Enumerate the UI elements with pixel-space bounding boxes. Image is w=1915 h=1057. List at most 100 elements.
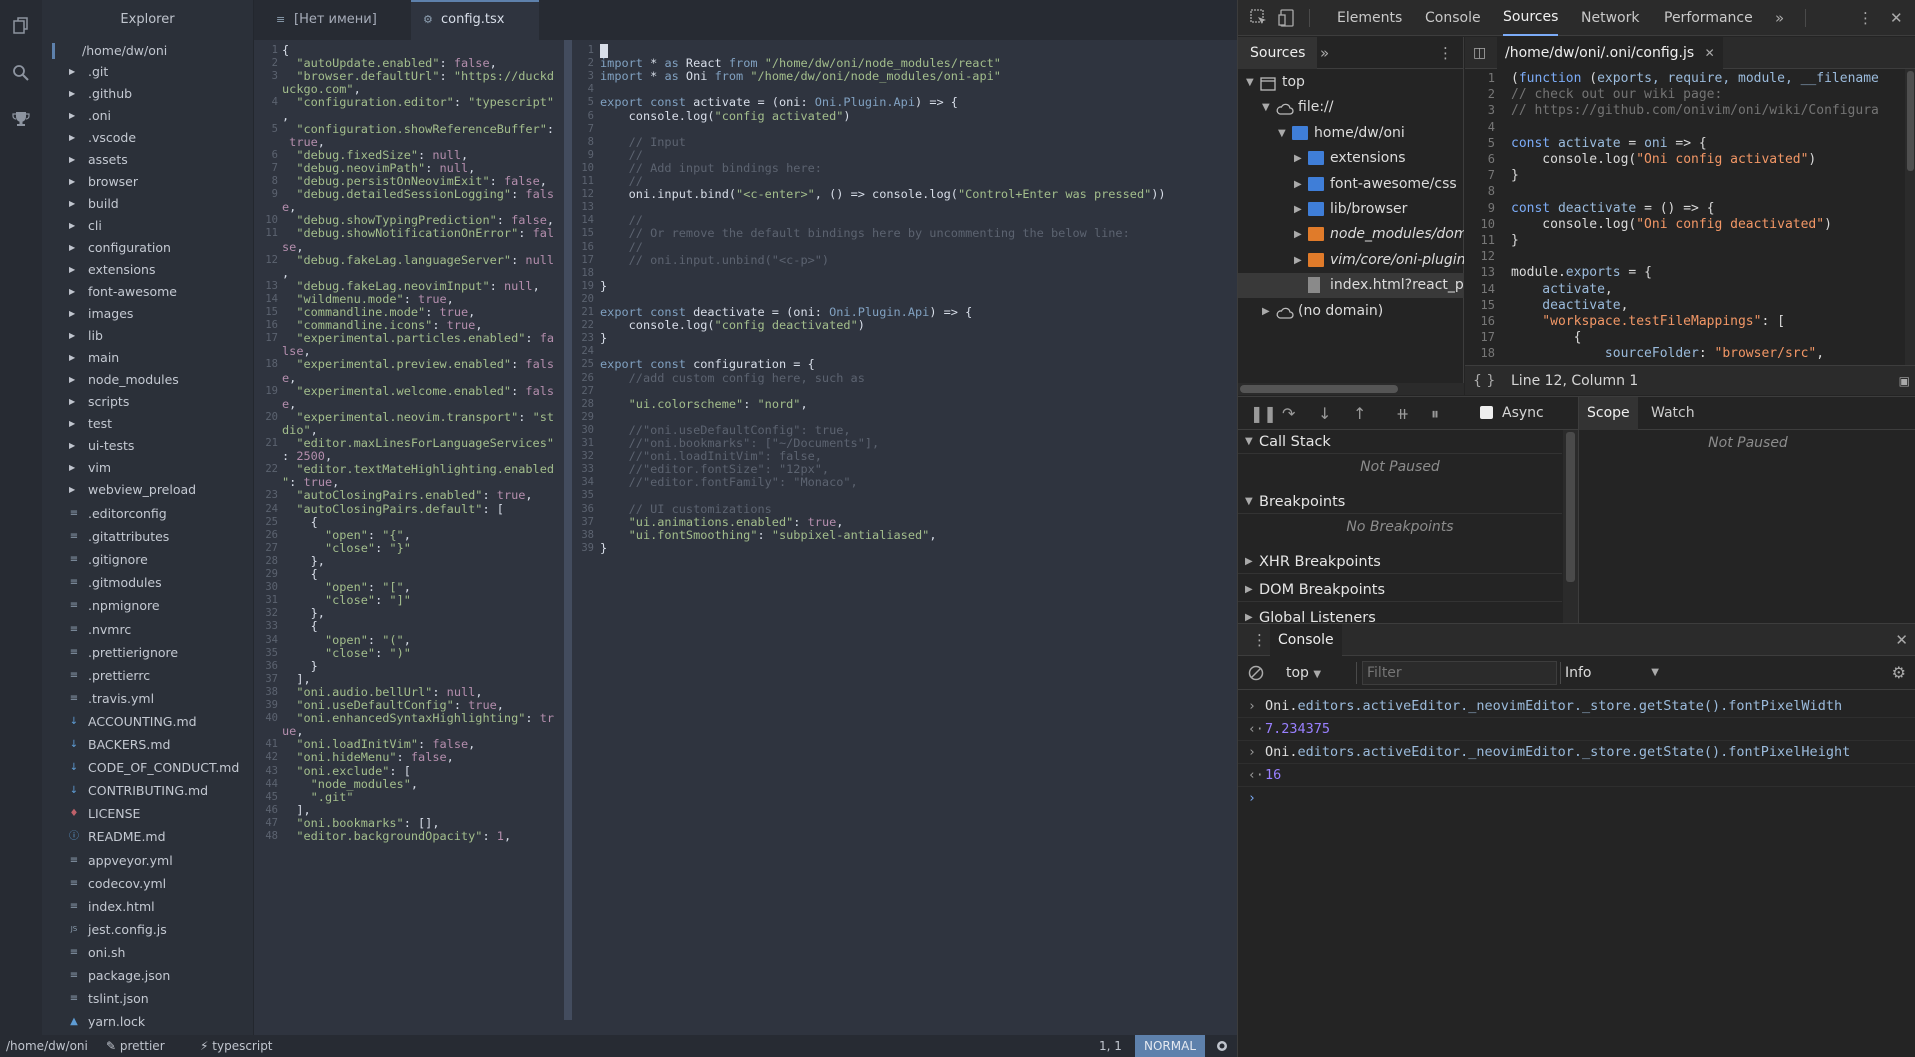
step-over-icon[interactable]: ↷ [1282, 397, 1295, 430]
folder-item[interactable]: ▶ test [42, 413, 254, 435]
file-item[interactable]: JS jest.config.js [42, 918, 254, 941]
navigator-item[interactable]: ▼ home/dw/oni [1238, 121, 1464, 146]
trophy-icon[interactable] [12, 110, 30, 128]
drawer-menu-icon[interactable]: ⋮ [1252, 624, 1267, 656]
folder-item[interactable]: ▶ .vscode [42, 127, 254, 149]
async-checkbox[interactable] [1480, 406, 1493, 419]
code-scrollbar[interactable] [1905, 69, 1915, 365]
tab-watch[interactable]: Watch [1645, 397, 1701, 430]
file-item[interactable]: ≡ .travis.yml [42, 687, 254, 710]
file-item[interactable]: ≡ .prettierignore [42, 641, 254, 664]
pause-icon[interactable]: ❚❚ [1250, 397, 1277, 430]
tab-performance[interactable]: Performance [1664, 0, 1753, 36]
file-item[interactable]: ↓ ACCOUNTING.md [42, 710, 254, 733]
tab-console[interactable]: Console [1425, 0, 1481, 36]
navigator-item[interactable]: ▶ lib/browser [1238, 197, 1464, 222]
navigator-item[interactable]: ▼ top [1238, 70, 1464, 95]
toggle-navigator-icon[interactable]: ◫ [1473, 37, 1486, 69]
log-level-select[interactable]: Info ▼ [1561, 656, 1671, 690]
step-out-icon[interactable]: ↑ [1353, 397, 1366, 430]
files-icon[interactable] [12, 17, 30, 35]
pause-on-exceptions-icon[interactable]: ⏸ [1431, 397, 1439, 430]
search-icon[interactable] [12, 64, 30, 82]
tab-elements[interactable]: Elements [1337, 0, 1402, 36]
navigator-item[interactable]: ▶ extensions [1238, 146, 1464, 171]
console-settings-icon[interactable]: ⚙ [1892, 656, 1906, 690]
file-item[interactable]: ≡ package.json [42, 964, 254, 987]
status-prettier[interactable]: ✎ prettier [106, 1035, 165, 1057]
code-body[interactable]: 1 (function (exports, require, module, __… [1465, 69, 1905, 365]
navigator-tab-sources[interactable]: Sources [1238, 37, 1318, 69]
file-item[interactable]: ♦ LICENSE [42, 802, 254, 825]
file-item[interactable]: ▲ yarn.lock [42, 1010, 254, 1033]
folder-item[interactable]: ▶ .github [42, 83, 254, 105]
kebab-menu-icon[interactable]: ⋮ [1858, 0, 1873, 36]
debugger-section-header[interactable]: ▼ Breakpoints [1238, 490, 1562, 514]
file-item[interactable]: ≡ .gitattributes [42, 525, 254, 548]
file-item[interactable]: ↓ BACKERS.md [42, 733, 254, 756]
file-item[interactable]: ≡ appveyor.yml [42, 849, 254, 872]
more-tabs-icon[interactable]: » [1775, 0, 1784, 36]
debugger-scrollbar[interactable] [1563, 430, 1578, 624]
device-toolbar-icon[interactable] [1278, 0, 1296, 36]
folder-item[interactable]: ▶ font-awesome [42, 281, 254, 303]
file-item[interactable]: ↓ CODE_OF_CONDUCT.md [42, 756, 254, 779]
folder-item[interactable]: ▶ configuration [42, 237, 254, 259]
status-language[interactable]: ⚡ typescript [200, 1035, 273, 1057]
file-item[interactable]: ≡ tslint.json [42, 987, 254, 1010]
github-icon[interactable] [1216, 1035, 1228, 1057]
context-selector[interactable]: top ▼ [1286, 656, 1321, 692]
folder-item[interactable]: ▶ node_modules [42, 369, 254, 391]
deactivate-breakpoints-icon[interactable]: ⧺ [1396, 397, 1409, 430]
folder-item[interactable]: ▶ cli [42, 215, 254, 237]
inspect-element-icon[interactable] [1250, 0, 1268, 36]
file-item[interactable]: ≡ .gitignore [42, 548, 254, 571]
folder-item[interactable]: ▶ ui-tests [42, 435, 254, 457]
editor-right[interactable]: 1 2 import * as React from "/home/dw/oni/n… [572, 40, 1237, 1035]
file-item[interactable]: ≡ .npmignore [42, 594, 254, 617]
navigator-item[interactable]: ▼ file:// [1238, 95, 1464, 120]
tab-network[interactable]: Network [1581, 0, 1639, 36]
folder-item[interactable]: ▶ extensions [42, 259, 254, 281]
file-item[interactable]: ≡ .gitmodules [42, 571, 254, 594]
folder-item[interactable]: ▶ .git [42, 61, 254, 83]
folder-item[interactable]: ▶ main [42, 347, 254, 369]
drawer-tab-console[interactable]: Console [1270, 624, 1342, 656]
file-item[interactable]: ≡ .editorconfig [42, 502, 254, 525]
debugger-section-header[interactable]: ▶ XHR Breakpoints [1238, 550, 1562, 574]
file-item[interactable]: ≡ codecov.yml [42, 872, 254, 895]
coverage-icon[interactable]: ▣ [1899, 366, 1910, 396]
console-log[interactable]: › Oni.editors.activeEditor._neovimEditor.… [1238, 691, 1915, 1057]
folder-item[interactable]: ▶ assets [42, 149, 254, 171]
file-item[interactable]: ≡ oni.sh [42, 941, 254, 964]
tree-root[interactable]: /home/dw/oni [42, 40, 254, 62]
step-into-icon[interactable]: ↓ [1318, 397, 1331, 430]
editor-scrollbar[interactable] [564, 40, 572, 1020]
close-icon[interactable]: ✕ [1890, 0, 1903, 36]
tab-scope[interactable]: Scope [1579, 397, 1638, 430]
console-prompt[interactable]: › [1238, 787, 1915, 810]
debugger-section-header[interactable]: ▶ DOM Breakpoints [1238, 578, 1562, 602]
file-item[interactable]: ≡ .prettierrc [42, 664, 254, 687]
folder-item[interactable]: ▶ webview_preload [42, 479, 254, 501]
debugger-section-header[interactable]: ▼ Call Stack [1238, 430, 1562, 454]
folder-item[interactable]: ▶ lib [42, 325, 254, 347]
navigator-item[interactable]: ▶ node_modules/domp [1238, 222, 1464, 247]
navigator-item[interactable]: index.html?react_pe [1238, 273, 1464, 299]
navigator-item[interactable]: ▶ (no domain) [1238, 299, 1464, 324]
code-file-tab[interactable]: /home/dw/oni/.oni/config.js ✕ [1497, 37, 1723, 69]
tab-untitled[interactable]: ≡ [Нет имени] [264, 0, 404, 40]
navigator-item[interactable]: ▶ font-awesome/css [1238, 172, 1464, 197]
tab-sources[interactable]: Sources [1503, 0, 1559, 36]
folder-item[interactable]: ▶ browser [42, 171, 254, 193]
tab-config-tsx[interactable]: ⚙ config.tsx [411, 0, 539, 40]
close-tab-icon[interactable]: ✕ [1705, 46, 1715, 60]
clear-console-icon[interactable] [1248, 665, 1264, 685]
close-drawer-icon[interactable]: ✕ [1895, 624, 1908, 656]
navigator-scrollbar[interactable] [1238, 383, 1464, 395]
folder-item[interactable]: ▶ .oni [42, 105, 254, 127]
file-item[interactable]: ⓘ README.md [42, 825, 254, 848]
more-navigator-icon[interactable]: » [1320, 37, 1329, 69]
folder-item[interactable]: ▶ images [42, 303, 254, 325]
editor-left[interactable]: 1{2 "autoUpdate.enabled": false, 3 "brows… [254, 40, 564, 1035]
